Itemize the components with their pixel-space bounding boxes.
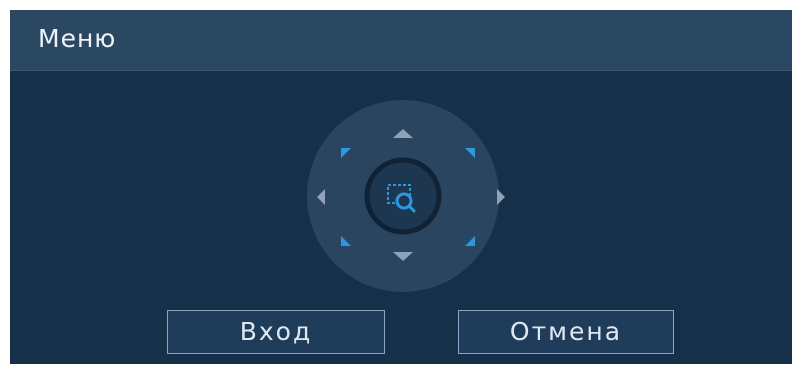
arrow-right-icon[interactable] bbox=[497, 189, 505, 205]
menu-dialog: Меню Вход Отмена bbox=[10, 10, 792, 364]
cancel-button[interactable]: Отмена bbox=[458, 310, 674, 354]
dialog-title: Меню bbox=[38, 24, 117, 53]
enter-button[interactable]: Вход bbox=[167, 310, 385, 354]
dialog-titlebar: Меню bbox=[10, 10, 792, 71]
ptz-control-pad bbox=[307, 100, 505, 292]
